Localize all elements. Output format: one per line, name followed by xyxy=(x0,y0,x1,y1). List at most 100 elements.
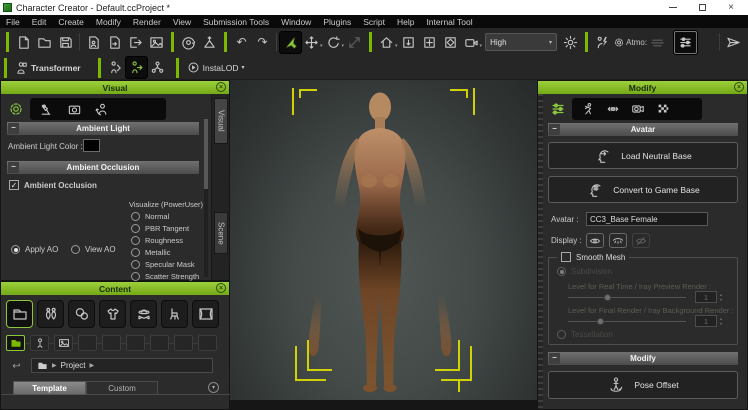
menu-script[interactable]: Script xyxy=(357,17,391,27)
tab-template[interactable]: Template xyxy=(13,381,86,395)
category-stage-button[interactable] xyxy=(192,300,219,328)
export-button[interactable] xyxy=(125,32,146,53)
ambient-light-section-header[interactable]: − Ambient Light xyxy=(7,122,199,135)
frame-all-button[interactable] xyxy=(419,32,440,53)
modify-tab-attribute[interactable] xyxy=(547,99,568,120)
subcategory-avatar-button[interactable] xyxy=(30,335,49,351)
avatar-name-input[interactable] xyxy=(586,212,708,226)
menu-help[interactable]: Help xyxy=(391,17,420,27)
menu-file[interactable]: File xyxy=(0,17,26,27)
smooth-mesh-checkbox[interactable] xyxy=(561,252,571,262)
minimize-button[interactable] xyxy=(669,7,677,8)
modify-panel-close-icon[interactable]: × xyxy=(734,82,744,92)
ambient-light-color-swatch[interactable] xyxy=(83,139,100,152)
subcategory-image-button[interactable] xyxy=(54,335,73,351)
collapse-icon[interactable]: − xyxy=(8,162,19,173)
menu-render[interactable]: Render xyxy=(127,17,167,27)
viewport[interactable] xyxy=(230,80,537,410)
breadcrumb-back-button[interactable]: ↩ xyxy=(8,359,25,373)
projector-icon[interactable] xyxy=(67,102,82,117)
visual-panel-close-icon[interactable]: × xyxy=(216,82,226,92)
specular-mask-radio[interactable] xyxy=(131,260,140,269)
pose-offset-button[interactable]: Pose Offset xyxy=(548,371,738,399)
rotate-tool-button[interactable] xyxy=(323,32,344,53)
pbr-tangent-radio[interactable] xyxy=(131,224,140,233)
select-tool-button[interactable] xyxy=(280,32,301,53)
category-prop-button[interactable] xyxy=(161,300,188,328)
menu-plugins[interactable]: Plugins xyxy=(317,17,357,27)
view-ao-radio-row[interactable]: View AO xyxy=(71,245,116,254)
visualize-option-row[interactable]: Roughness xyxy=(131,236,183,245)
avatar-section-header[interactable]: − Avatar xyxy=(548,123,738,136)
move-tool-button[interactable] xyxy=(301,32,322,53)
person-turnaround-icon[interactable] xyxy=(95,102,110,117)
visualize-option-row[interactable]: PBR Tangent xyxy=(131,224,189,233)
content-panel-header[interactable]: Content × xyxy=(1,282,229,295)
undo-button[interactable]: ↶ xyxy=(231,32,252,53)
scatter-strength-radio[interactable] xyxy=(131,272,140,281)
menu-edit[interactable]: Edit xyxy=(26,17,53,27)
collapse-icon[interactable]: − xyxy=(8,123,19,134)
instalod-button[interactable]: InstaLOD ▾ xyxy=(183,57,249,78)
ambient-occlusion-checkbox[interactable]: ✓ xyxy=(9,180,19,190)
lamp-icon[interactable] xyxy=(39,102,54,117)
collapse-icon[interactable]: − xyxy=(549,124,560,135)
redo-button[interactable]: ↷ xyxy=(252,32,273,53)
preview-light-button[interactable] xyxy=(560,32,581,53)
visualize-option-row[interactable]: Scatter Strength xyxy=(131,272,199,281)
smooth-mesh-checkbox-row[interactable]: Smooth Mesh xyxy=(557,252,629,262)
home-view-button[interactable] xyxy=(376,32,397,53)
visualize-option-row[interactable]: Specular Mask xyxy=(131,260,195,269)
maximize-button[interactable] xyxy=(699,4,706,11)
sim-preview-button[interactable] xyxy=(723,32,744,53)
side-tab-scene[interactable]: Scene xyxy=(214,212,228,254)
visual-settings-button[interactable] xyxy=(674,31,697,54)
menu-submission-tools[interactable]: Submission Tools xyxy=(197,17,275,27)
category-material-button[interactable] xyxy=(68,300,95,328)
visual-panel-scrollbar[interactable] xyxy=(204,119,208,277)
visual-tab-settings[interactable] xyxy=(5,99,26,120)
texture-checker-icon[interactable] xyxy=(656,102,670,116)
runner-icon[interactable] xyxy=(581,102,595,116)
display-eyelash-button[interactable] xyxy=(609,233,627,248)
dynamic-light-button[interactable] xyxy=(592,32,613,53)
normal-radio[interactable] xyxy=(131,212,140,221)
render-image-button[interactable] xyxy=(146,32,167,53)
apply-ao-radio-row[interactable]: Apply AO xyxy=(11,245,58,254)
subcategory-folder-button[interactable] xyxy=(6,335,25,351)
visual-panel-header[interactable]: Visual × xyxy=(1,81,229,94)
ambient-occlusion-checkbox-row[interactable]: ✓ Ambient Occlusion xyxy=(9,180,97,190)
load-neutral-base-button[interactable]: Load Neutral Base xyxy=(548,142,738,169)
orbit-camera-button[interactable] xyxy=(178,32,199,53)
menu-modify[interactable]: Modify xyxy=(90,17,127,27)
convert-to-game-base-button[interactable]: Convert to Game Base xyxy=(548,176,738,203)
modify-panel-scrollbar[interactable] xyxy=(538,94,543,409)
edit-mesh-button[interactable] xyxy=(126,57,147,78)
import-content-button[interactable] xyxy=(104,32,125,53)
merge-mesh-button[interactable] xyxy=(147,57,168,78)
zoom-extents-button[interactable] xyxy=(199,32,220,53)
modify-section-header[interactable]: − Modify xyxy=(548,352,738,365)
transform-pivot-icon[interactable] xyxy=(606,102,620,116)
category-project-button[interactable] xyxy=(6,300,33,328)
display-eye-button[interactable] xyxy=(586,233,604,248)
content-expand-chevron[interactable]: ▾ xyxy=(208,382,219,393)
video-camera-icon[interactable] xyxy=(631,102,645,116)
menu-view[interactable]: View xyxy=(167,17,197,27)
close-button[interactable]: × xyxy=(728,3,734,13)
tab-custom[interactable]: Custom xyxy=(86,381,158,395)
edit-pose-button[interactable] xyxy=(105,57,126,78)
menu-internal-tool[interactable]: Internal Tool xyxy=(420,17,478,27)
metallic-radio[interactable] xyxy=(131,248,140,257)
view-ao-radio[interactable] xyxy=(71,245,80,254)
menu-window[interactable]: Window xyxy=(275,17,317,27)
import-avatar-button[interactable] xyxy=(83,32,104,53)
ambient-occlusion-section-header[interactable]: − Ambient Occlusion xyxy=(7,161,199,174)
frame-texture-button[interactable] xyxy=(440,32,461,53)
viewport-canvas[interactable] xyxy=(230,80,537,400)
save-project-button[interactable] xyxy=(55,32,76,53)
quality-select[interactable]: High ▾ xyxy=(485,33,557,51)
visualize-option-row[interactable]: Normal xyxy=(131,212,169,221)
category-cloth-button[interactable] xyxy=(99,300,126,328)
menu-create[interactable]: Create xyxy=(52,17,90,27)
